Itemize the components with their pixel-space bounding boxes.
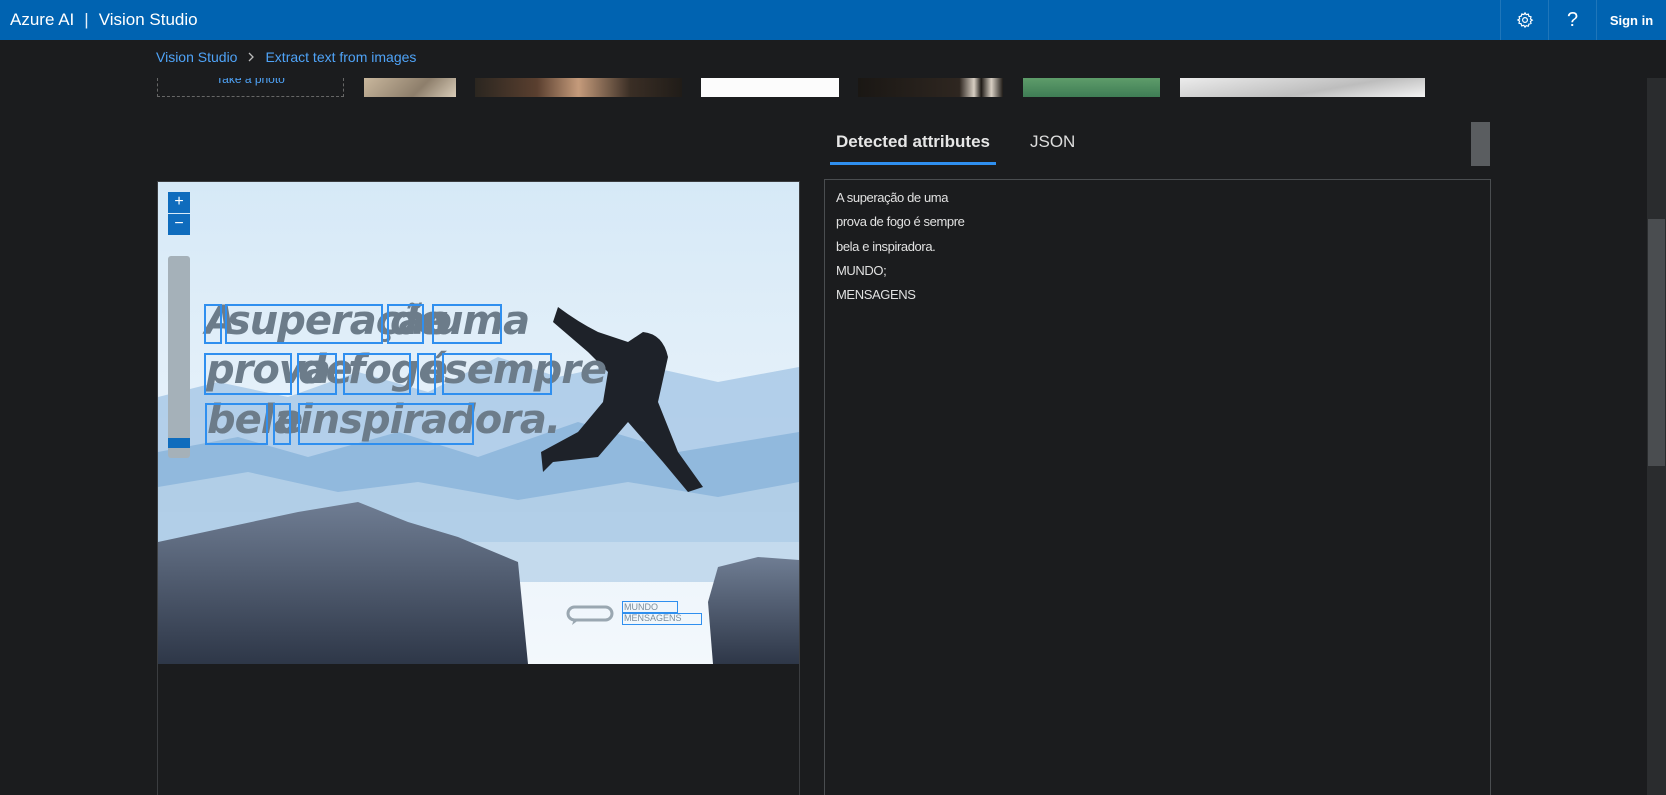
sample-thumbnail[interactable] [1180,78,1425,97]
brand[interactable]: Azure AI | Vision Studio [10,10,198,30]
zoom-in-button[interactable]: + [168,192,190,213]
help-icon: ? [1566,8,1579,31]
zoom-controls: + − [168,192,190,236]
take-photo-label: Take a photo [216,78,285,86]
sample-gallery: Take a photo [0,78,1666,98]
word-bounding-box[interactable] [225,304,383,344]
word-bounding-box[interactable] [297,353,337,395]
result-line: A superação de uma [836,190,949,205]
word-bounding-box[interactable] [622,601,678,613]
analyzed-image[interactable]: + − A superação de uma prova de fogo é s… [158,182,799,664]
word-bounding-box[interactable] [417,353,436,395]
breadcrumb-home[interactable]: Vision Studio [156,49,237,65]
sample-thumbnail[interactable] [1023,78,1160,97]
zoom-slider-handle[interactable] [168,438,190,448]
tabs-scrollbar[interactable] [1471,122,1490,166]
sample-thumbnail[interactable] [364,78,456,97]
settings-button[interactable] [1500,0,1548,40]
top-actions: ? Sign in [1500,0,1666,40]
sign-in-button[interactable]: Sign in [1596,0,1666,40]
detected-attributes-panel: A superação de uma prova de fogo é sempr… [824,179,1491,795]
help-button[interactable]: ? [1548,0,1596,40]
result-tabs: Detected attributes JSON [830,124,1081,165]
zoom-out-button[interactable]: − [168,214,190,235]
tab-detected-attributes[interactable]: Detected attributes [830,124,996,165]
result-line: MUNDO; [836,262,887,278]
zoom-slider[interactable] [168,256,190,458]
brand-separator: | [84,10,89,29]
word-bounding-box[interactable] [343,353,411,395]
word-bounding-box[interactable] [387,304,424,344]
gear-icon [1516,11,1533,29]
word-bounding-box[interactable] [205,403,268,445]
result-line: prova de fogo é sempre [836,214,965,230]
take-photo-button[interactable]: Take a photo [157,78,344,97]
chevron-right-icon [247,50,255,65]
page-scrollbar-thumb[interactable] [1648,219,1665,466]
word-bounding-box[interactable] [622,613,702,625]
brand-name: Azure AI [10,10,75,29]
breadcrumb-current[interactable]: Extract text from images [265,49,416,65]
product-name: Vision Studio [98,10,198,29]
top-bar: Azure AI | Vision Studio ? Sign in [0,0,1666,40]
word-bounding-box[interactable] [204,353,292,395]
result-line: MENSAGENS [836,287,916,303]
sample-thumbnail[interactable] [475,78,682,97]
speech-bubble-icon [566,605,614,625]
page-scrollbar[interactable] [1647,78,1666,795]
sample-thumbnail[interactable] [858,78,1003,97]
word-bounding-box[interactable] [298,403,474,445]
word-bounding-box[interactable] [442,353,552,395]
word-bounding-box[interactable] [432,304,502,344]
result-line: bela e inspiradora. [836,238,936,254]
breadcrumb: Vision Studio Extract text from images [156,49,416,65]
word-bounding-box[interactable] [273,403,291,445]
image-panel: + − A superação de uma prova de fogo é s… [157,181,800,795]
sample-thumbnail[interactable] [701,78,839,97]
word-bounding-box[interactable] [204,304,222,344]
tab-json[interactable]: JSON [1024,124,1081,165]
